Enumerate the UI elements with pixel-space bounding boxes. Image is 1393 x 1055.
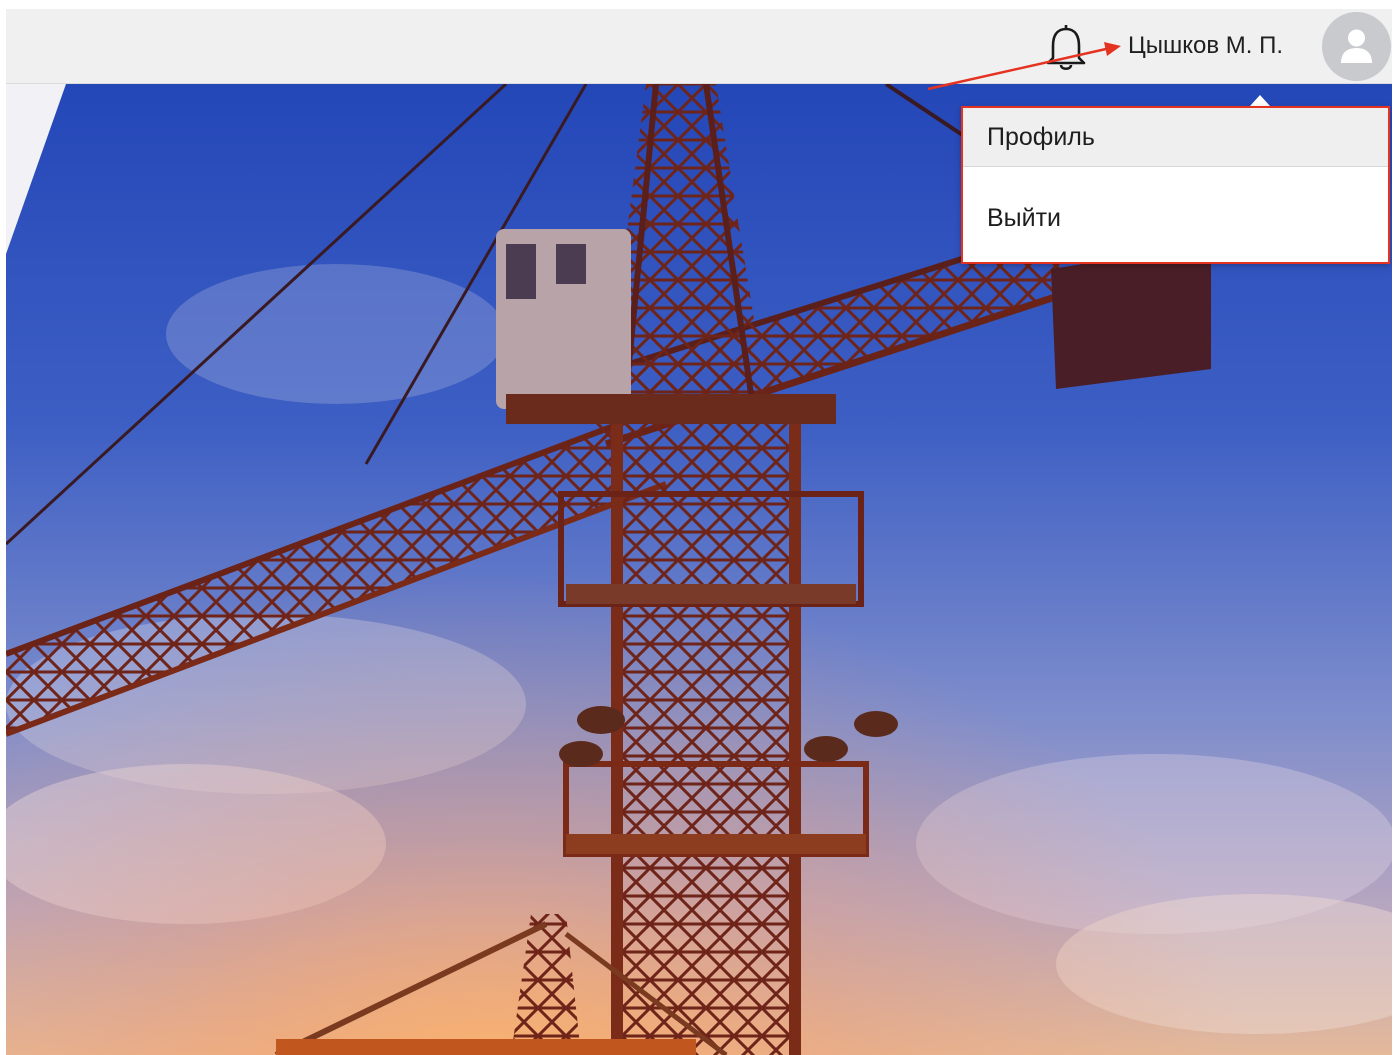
user-dropdown-menu: Профиль Выйти <box>961 106 1390 264</box>
user-avatar-icon[interactable] <box>1322 12 1391 81</box>
top-bar: Цышков М. П. <box>6 9 1392 84</box>
app-window: Цышков М. П. Профиль Выйти <box>6 9 1392 1055</box>
menu-item-logout[interactable]: Выйти <box>963 188 1388 248</box>
menu-item-profile[interactable]: Профиль <box>963 108 1388 167</box>
bell-icon[interactable] <box>1044 24 1088 72</box>
user-name[interactable]: Цышков М. П. <box>1128 31 1283 61</box>
dropdown-caret <box>1250 95 1270 106</box>
